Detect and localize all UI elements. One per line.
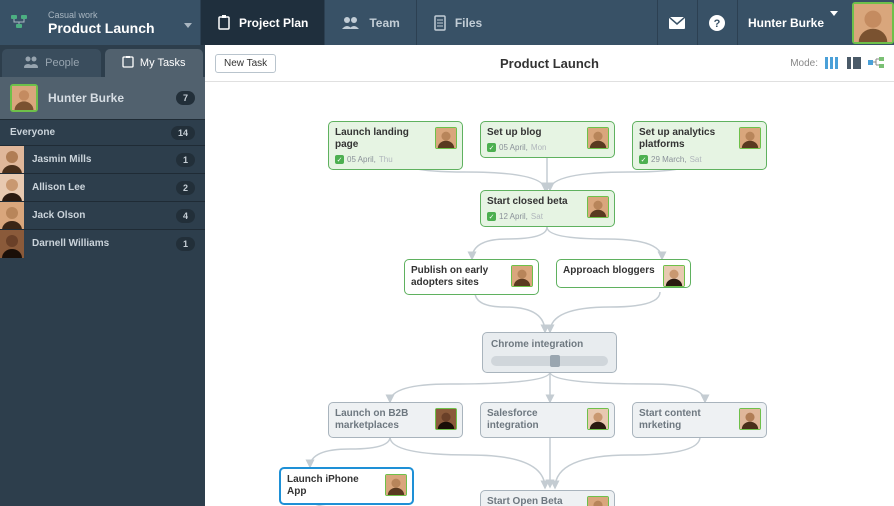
avatar	[0, 202, 24, 230]
task-card[interactable]: Start closed beta✓12 April, Sat	[480, 190, 615, 227]
nav-files[interactable]: Files	[416, 0, 498, 45]
tab-my-tasks[interactable]: My Tasks	[105, 49, 204, 77]
task-card[interactable]: Launch landing page✓05 April, Thu	[328, 121, 463, 170]
people-icon	[23, 56, 39, 71]
count-badge: 4	[176, 209, 195, 223]
count-badge: 2	[176, 181, 195, 195]
mail-icon[interactable]	[657, 0, 697, 45]
canvas: New Task Product Launch Mode:	[205, 45, 894, 506]
mode-list-icon[interactable]	[846, 56, 862, 70]
task-card[interactable]: Approach bloggers	[556, 259, 691, 288]
me-name: Hunter Burke	[48, 91, 166, 105]
count-badge: 7	[176, 91, 195, 105]
app-logo[interactable]	[0, 0, 40, 45]
mode-flow-icon[interactable]	[868, 56, 884, 70]
task-card[interactable]: Start Open Beta	[480, 490, 615, 506]
assignee-avatar	[739, 127, 761, 149]
project-title: Product Launch	[48, 20, 192, 36]
avatar	[0, 230, 24, 258]
sidebar-everyone[interactable]: Everyone 14	[0, 119, 205, 145]
avatar	[0, 174, 24, 202]
sidebar-person[interactable]: Jack Olson 4	[0, 201, 205, 229]
assignee-avatar	[435, 408, 457, 430]
sidebar-person[interactable]: Jasmin Mills 1	[0, 145, 205, 173]
nav-team[interactable]: Team	[324, 0, 415, 45]
mode-columns-icon[interactable]	[824, 56, 840, 70]
count-badge: 1	[176, 237, 195, 251]
top-bar: Casual work Product Launch Project Plan …	[0, 0, 894, 45]
task-card-progress[interactable]: Chrome integration	[482, 332, 617, 373]
assignee-avatar	[739, 408, 761, 430]
task-card-selected[interactable]: Launch iPhone App	[279, 467, 414, 505]
user-dropdown[interactable]: Hunter Burke	[737, 0, 848, 45]
assignee-avatar	[587, 496, 609, 506]
sidebar-tabs: People My Tasks	[0, 45, 205, 77]
top-right: ? Hunter Burke	[657, 0, 894, 45]
avatar	[0, 146, 24, 174]
task-card[interactable]: Start content mrketing	[632, 402, 767, 438]
team-icon	[341, 16, 361, 30]
new-task-button[interactable]: New Task	[215, 54, 276, 73]
nav-project-plan[interactable]: Project Plan	[200, 0, 324, 45]
assignee-avatar	[587, 408, 609, 430]
user-avatar[interactable]	[852, 2, 894, 44]
sidebar-me[interactable]: Hunter Burke 7	[0, 77, 205, 119]
count-badge: 1	[176, 153, 195, 167]
task-card[interactable]: Set up blog✓05 April, Mon	[480, 121, 615, 158]
task-card[interactable]: Publish on early adopters sites	[404, 259, 539, 295]
svg-text:?: ?	[714, 18, 721, 30]
task-card[interactable]: Launch on B2B marketplaces	[328, 402, 463, 438]
flow-canvas[interactable]: Launch landing page✓05 April, Thu Set up…	[205, 82, 894, 506]
assignee-avatar	[587, 196, 609, 218]
progress-slider[interactable]	[491, 356, 608, 366]
files-icon	[433, 15, 447, 31]
assignee-avatar	[663, 265, 685, 287]
check-icon: ✓	[335, 155, 344, 164]
assignee-avatar	[511, 265, 533, 287]
clipboard-icon	[122, 56, 134, 71]
check-icon: ✓	[639, 155, 648, 164]
sidebar-person[interactable]: Allison Lee 2	[0, 173, 205, 201]
check-icon: ✓	[487, 212, 496, 221]
help-icon[interactable]: ?	[697, 0, 737, 45]
task-card[interactable]: Set up analytics platforms✓29 March, Sat	[632, 121, 767, 170]
main-nav: Project Plan Team Files	[200, 0, 498, 45]
canvas-header: New Task Product Launch Mode:	[205, 45, 894, 82]
avatar	[10, 84, 38, 112]
project-dropdown[interactable]: Casual work Product Launch	[40, 10, 200, 36]
workspace-label: Casual work	[48, 10, 192, 20]
sidebar: People My Tasks Hunter Burke 7 Everyone …	[0, 45, 205, 506]
tab-people[interactable]: People	[2, 49, 101, 77]
check-icon: ✓	[487, 143, 496, 152]
clipboard-icon	[217, 15, 231, 31]
assignee-avatar	[435, 127, 457, 149]
count-badge: 14	[171, 126, 195, 140]
chevron-down-icon	[830, 16, 838, 30]
chevron-down-icon	[184, 28, 192, 46]
assignee-avatar	[587, 127, 609, 149]
assignee-avatar	[385, 474, 407, 496]
sidebar-person[interactable]: Darnell Williams 1	[0, 229, 205, 257]
view-mode: Mode:	[790, 56, 884, 70]
task-card[interactable]: Salesforce integration	[480, 402, 615, 438]
